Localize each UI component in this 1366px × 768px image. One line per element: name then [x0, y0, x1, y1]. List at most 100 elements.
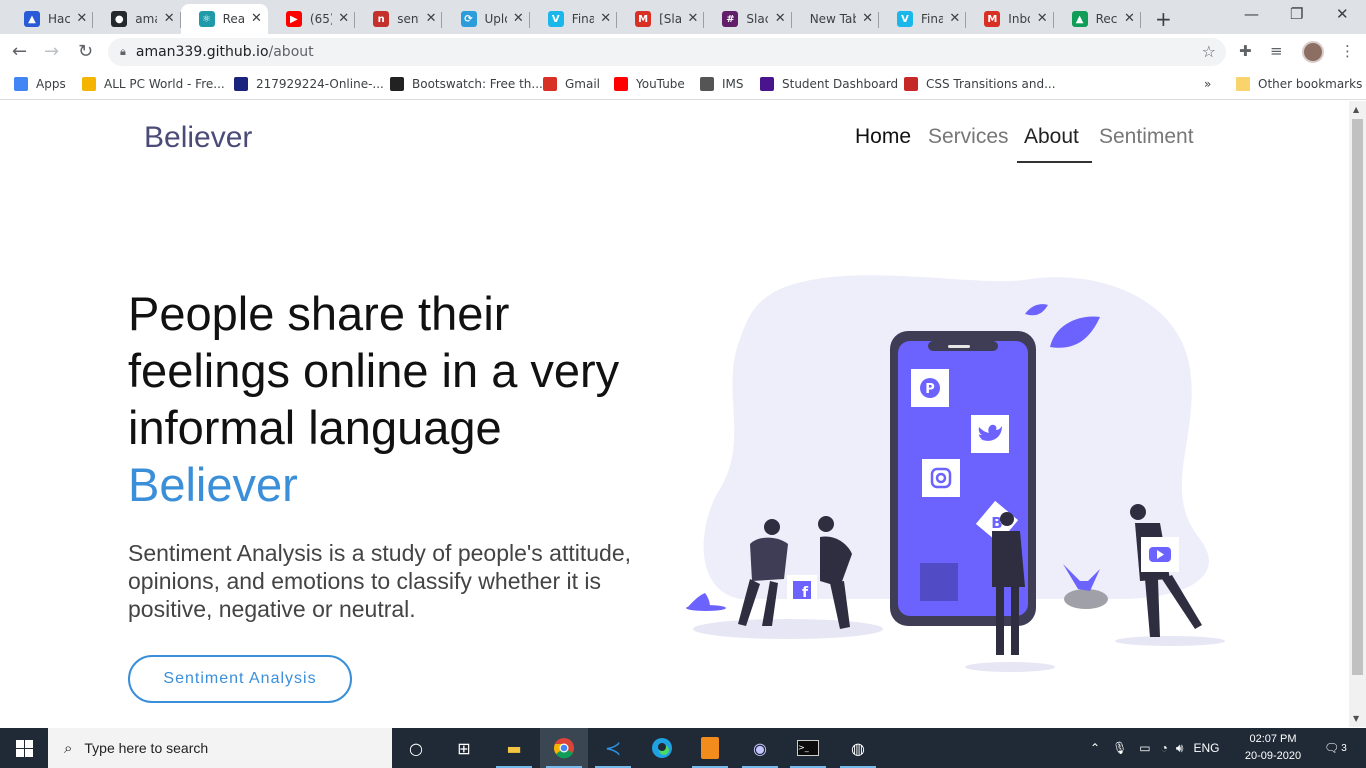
edge-icon[interactable] — [638, 728, 686, 768]
bookmark-item[interactable]: CSS Transitions and... — [904, 77, 1056, 91]
close-tab-icon[interactable]: ✕ — [687, 11, 698, 26]
taskbar-search[interactable]: ⌕ Type here to search — [48, 728, 392, 768]
forward-icon[interactable]: → — [44, 41, 59, 62]
close-tab-icon[interactable]: ✕ — [1124, 11, 1135, 26]
new-tab-button[interactable]: + — [1155, 7, 1172, 31]
browser-tab[interactable]: V Fina ✕ — [530, 4, 618, 34]
vscode-icon[interactable]: ≺ — [589, 728, 637, 768]
scroll-up-icon[interactable]: ▲ — [1353, 105, 1359, 114]
wifi-icon[interactable]: ◔ — [1161, 741, 1168, 755]
scroll-down-icon[interactable]: ▼ — [1353, 714, 1359, 723]
close-tab-icon[interactable]: ✕ — [775, 11, 786, 26]
tab-title: (65) — [309, 12, 332, 26]
github-icon: ● — [111, 11, 128, 27]
close-tab-icon[interactable]: ✕ — [164, 11, 175, 26]
browser-tab[interactable]: ▲ Hack ✕ — [6, 4, 94, 34]
show-hidden-icons[interactable]: ⌃ — [1090, 741, 1100, 755]
bookmark-item[interactable]: Bootswatch: Free th... — [390, 77, 543, 91]
obs-icon[interactable]: ◍ — [834, 728, 882, 768]
restore-icon[interactable]: ❐ — [1290, 5, 1303, 23]
bookmark-item[interactable]: Apps — [14, 77, 66, 91]
close-tab-icon[interactable]: ✕ — [600, 11, 611, 26]
bookmarks-overflow-icon[interactable]: » — [1204, 77, 1211, 91]
lock-icon: 🔒︎ — [120, 45, 126, 58]
profile-avatar[interactable] — [1302, 41, 1324, 63]
back-icon[interactable]: ← — [12, 41, 27, 62]
menu-icon[interactable]: ⋮ — [1340, 42, 1355, 60]
bookmark-item[interactable]: IMS — [700, 77, 744, 91]
bookmark-label: Student Dashboard — [782, 77, 899, 91]
battery-icon[interactable]: ▭ — [1139, 741, 1150, 755]
sentiment-analysis-button[interactable]: Sentiment Analysis — [128, 655, 352, 703]
reload-icon[interactable]: ↻ — [78, 41, 93, 62]
close-tab-icon[interactable]: ✕ — [251, 11, 262, 26]
task-view-icon[interactable]: ⊞ — [440, 728, 488, 768]
browser-tab[interactable]: V Fina ✕ — [879, 4, 967, 34]
windows-logo-icon — [15, 739, 33, 757]
tab-title: Hack — [48, 12, 70, 26]
close-window-icon[interactable]: ✕ — [1336, 5, 1349, 23]
media-control-icon[interactable]: ≡ — [1270, 42, 1283, 60]
close-tab-icon[interactable]: ✕ — [862, 11, 873, 26]
scrollbar-thumb[interactable] — [1352, 119, 1363, 675]
sublime-text-icon[interactable] — [686, 728, 734, 768]
bookmark-star-icon[interactable]: ☆ — [1202, 42, 1216, 61]
game-app-icon[interactable]: ◉ — [736, 728, 784, 768]
terminal-icon[interactable]: >_ — [784, 728, 832, 768]
youtube-icon: ▶ — [285, 11, 302, 27]
browser-tab[interactable]: ⚛ React ✕ — [180, 4, 268, 34]
browser-tab[interactable]: New Tab ✕ — [792, 4, 879, 34]
browser-tab[interactable]: M [Slac ✕ — [617, 4, 705, 34]
tab-title: senti — [397, 12, 419, 26]
nav-sentiment[interactable]: Sentiment — [1099, 125, 1194, 149]
bookmark-item[interactable]: ALL PC World - Fre... — [82, 77, 225, 91]
tab-title: [Slac — [659, 12, 682, 26]
browser-tab[interactable]: # Slack ✕ — [704, 4, 792, 34]
close-tab-icon[interactable]: ✕ — [426, 11, 437, 26]
bookmark-label: 217929224-Online-... — [256, 77, 384, 91]
bookmark-item[interactable]: 217929224-Online-... — [234, 77, 384, 91]
site-brand[interactable]: Believer — [144, 121, 252, 155]
nav-home[interactable]: Home — [855, 125, 911, 149]
bookmark-item[interactable]: Student Dashboard — [760, 77, 898, 91]
bookmark-label: Bootswatch: Free th... — [412, 77, 543, 91]
browser-tab[interactable]: ▶ (65) ✕ — [268, 4, 356, 34]
browser-tab[interactable]: ● aman ✕ — [93, 4, 181, 34]
language-indicator[interactable]: ENG — [1193, 741, 1219, 755]
browser-tab[interactable]: M Inbo ✕ — [966, 4, 1054, 34]
nav-about[interactable]: About — [1024, 125, 1079, 149]
bookmark-item[interactable]: YouTube — [614, 77, 685, 91]
page-scrollbar[interactable]: ▲ ▼ — [1349, 101, 1366, 727]
close-tab-icon[interactable]: ✕ — [1037, 11, 1048, 26]
address-bar[interactable]: 🔒︎ aman339.github.io/about ☆ — [108, 38, 1226, 66]
file-explorer-icon[interactable]: ▬ — [490, 728, 538, 768]
taskbar-search-placeholder: Type here to search — [84, 740, 209, 756]
browser-tab[interactable]: nsenti ✕ — [355, 4, 443, 34]
tab-title: React — [222, 12, 245, 26]
close-tab-icon[interactable]: ✕ — [338, 11, 349, 26]
pu-icon — [760, 77, 774, 91]
extensions-icon[interactable]: ✚ — [1239, 42, 1252, 60]
bookmark-item[interactable]: Gmail — [543, 77, 600, 91]
browser-tab[interactable]: ⟳ Uplo ✕ — [443, 4, 530, 34]
headline-line-2: feelings online in a very — [128, 344, 620, 397]
close-tab-icon[interactable]: ✕ — [76, 11, 87, 26]
svg-text:P: P — [925, 382, 935, 397]
microphone-icon[interactable]: 🎙︎ — [1112, 741, 1127, 755]
volume-icon[interactable]: 🔊︎ — [1176, 741, 1184, 756]
browser-tab[interactable]: ▲ Rece ✕ — [1054, 4, 1141, 34]
bookmark-label: IMS — [722, 77, 744, 91]
start-button[interactable] — [0, 728, 48, 768]
chrome-icon[interactable] — [540, 728, 588, 768]
headline-line-3: informal language — [128, 401, 502, 454]
cortana-icon[interactable]: ○ — [392, 728, 440, 768]
nav-services[interactable]: Services — [928, 125, 1009, 149]
minimize-icon[interactable]: — — [1244, 5, 1259, 23]
taskbar-clock[interactable]: 02:07 PM 20-09-2020 — [1240, 731, 1306, 765]
close-tab-icon[interactable]: ✕ — [513, 11, 524, 26]
action-center[interactable]: 🗨︎ 3 — [1324, 728, 1347, 768]
other-bookmarks[interactable]: Other bookmarks — [1236, 77, 1362, 91]
close-tab-icon[interactable]: ✕ — [949, 11, 960, 26]
nav-active-indicator — [1017, 161, 1092, 163]
hero-description: Sentiment Analysis is a study of people'… — [128, 540, 632, 622]
